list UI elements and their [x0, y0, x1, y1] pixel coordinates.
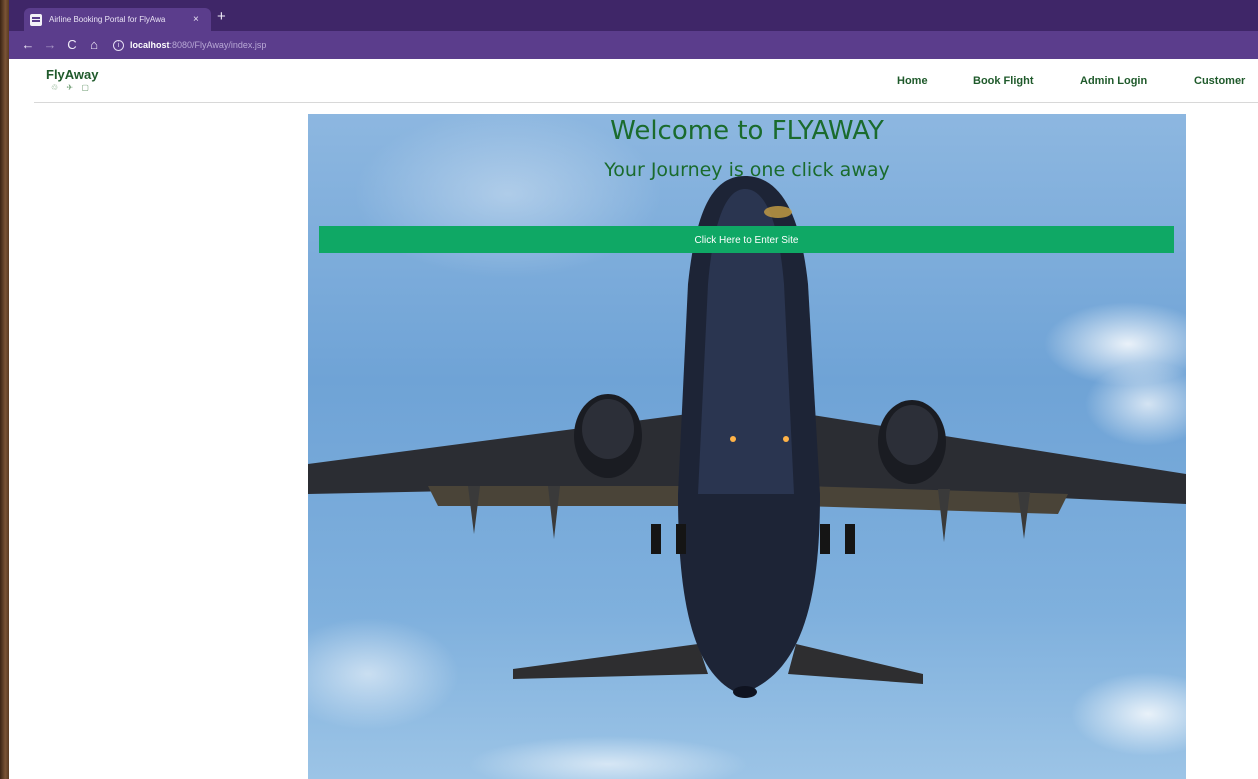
nav-link-home[interactable]: Home [897, 75, 928, 87]
browser-window: Airline Booking Portal for FlyAwa × + ← … [9, 0, 1258, 779]
hero-subtitle: Your Journey is one click away [604, 159, 890, 181]
forward-icon[interactable]: → [39, 31, 61, 59]
enter-site-button[interactable]: Click Here to Enter Site [319, 226, 1174, 253]
nav-link-customer[interactable]: Customer [1194, 75, 1245, 87]
brand-icons: ♲ ✈ ▢ [51, 83, 92, 92]
hero-title: Welcome to FLYAWAY [610, 116, 884, 146]
url-host: localhost [130, 40, 170, 50]
nav-link-admin-login[interactable]: Admin Login [1080, 75, 1147, 87]
web-page: FlyAway ♲ ✈ ▢ Home Book Flight Admin Log… [9, 59, 1258, 779]
tab-close-icon[interactable]: × [193, 14, 199, 25]
site-info-icon[interactable]: i [113, 39, 124, 51]
airplane-photo [308, 176, 1186, 698]
favicon-icon [30, 13, 42, 26]
new-tab-button[interactable]: + [217, 8, 226, 26]
tab-title: Airline Booking Portal for FlyAwa [49, 15, 166, 24]
brand-logo[interactable]: FlyAway [46, 67, 99, 82]
reload-icon[interactable]: C [61, 31, 83, 59]
url-path: :8080/FlyAway/index.jsp [169, 40, 267, 50]
browser-toolbar: ← → C ⌂ i localhost :8080/FlyAway/index.… [9, 31, 1258, 59]
browser-titlebar: Airline Booking Portal for FlyAwa × + [9, 0, 1258, 31]
address-bar[interactable]: i localhost :8080/FlyAway/index.jsp [113, 35, 266, 55]
nav-link-book-flight[interactable]: Book Flight [973, 75, 1034, 87]
browser-tab[interactable]: Airline Booking Portal for FlyAwa × [24, 8, 211, 31]
desktop-background [0, 0, 9, 779]
hero-banner: Welcome to FLYAWAY Your Journey is one c… [308, 114, 1186, 779]
back-icon[interactable]: ← [17, 31, 39, 59]
home-icon[interactable]: ⌂ [83, 31, 105, 59]
site-navbar: FlyAway ♲ ✈ ▢ Home Book Flight Admin Log… [34, 59, 1258, 103]
